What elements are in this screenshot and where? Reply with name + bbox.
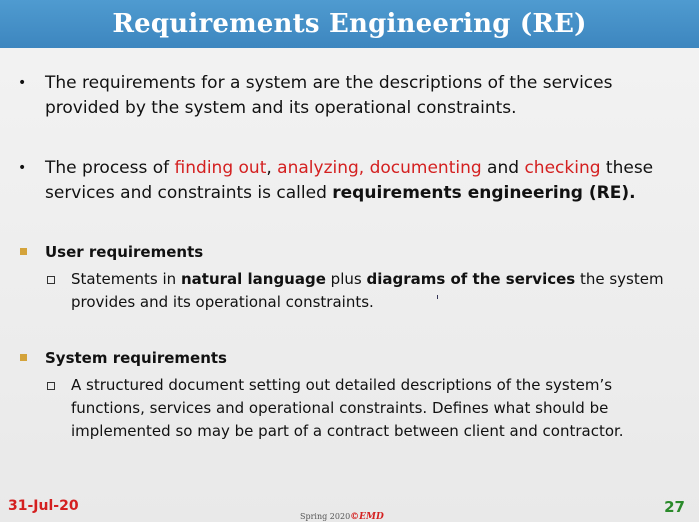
section-heading: System requirements <box>45 349 227 367</box>
bullet-1-text: The requirements for a system are the de… <box>45 73 613 118</box>
footer-author-mark: ©EMD <box>350 512 384 522</box>
term-natural-language: natural language <box>180 270 326 288</box>
bullet-2-text: The process of finding out, analyzing, d… <box>45 156 685 206</box>
bullet-dot-icon: • <box>18 160 27 176</box>
footer-term: Spring 2020 <box>300 512 351 521</box>
section-heading: User requirements <box>45 243 204 261</box>
hollow-square-bullet-icon <box>47 276 55 284</box>
text-segment: , <box>266 158 278 178</box>
term-requirements-engineering: requirements engineering (RE). <box>332 183 636 203</box>
hollow-square-bullet-icon <box>47 382 55 390</box>
title-bar: Requirements Engineering (RE) <box>0 0 699 48</box>
bullet-dot-icon: • <box>18 75 27 91</box>
stray-mark <box>437 295 438 299</box>
square-bullet-icon <box>20 354 27 361</box>
footer-credit: Spring 2020©EMD <box>300 512 384 522</box>
highlight-analyzing-documenting: analyzing, documenting <box>277 158 482 178</box>
user-requirements-text: Statements in natural language plus diag… <box>71 268 671 314</box>
square-bullet-icon <box>20 248 27 255</box>
term-diagrams-of-services: diagrams of the services <box>366 270 576 288</box>
system-requirements-text: A structured document setting out detail… <box>71 376 624 440</box>
text-segment: The process of <box>45 158 175 178</box>
highlight-checking: checking <box>524 158 601 178</box>
text-segment: Statements in <box>71 270 181 288</box>
slide-title: Requirements Engineering (RE) <box>112 9 587 39</box>
footer-date: 31-Jul-20 <box>8 498 79 514</box>
text-segment: plus <box>325 270 367 288</box>
page-number: 27 <box>664 498 685 516</box>
text-segment: and <box>481 158 525 178</box>
highlight-finding-out: finding out <box>174 158 267 178</box>
